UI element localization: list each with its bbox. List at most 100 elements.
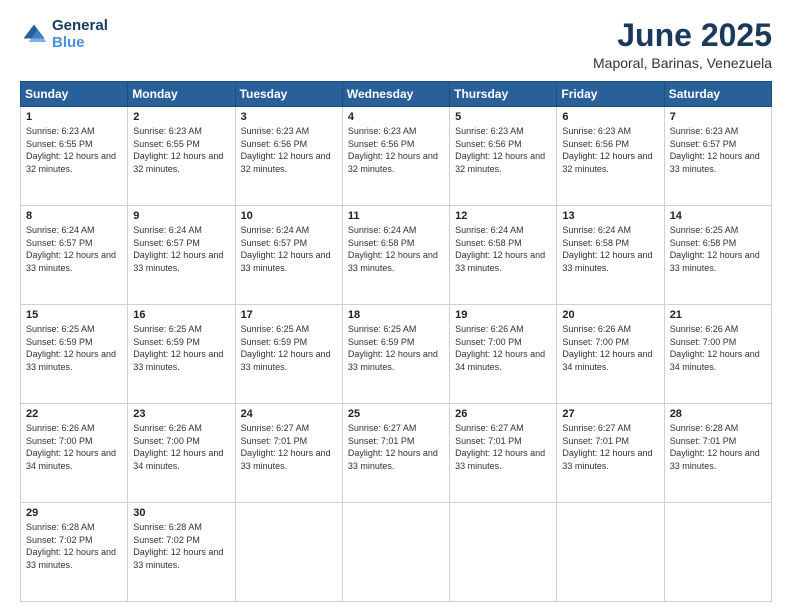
day-number: 5 [455, 111, 552, 123]
daylight-label: Daylight: 12 hours and 33 minutes. [133, 349, 223, 372]
calendar-cell: 15 Sunrise: 6:25 AM Sunset: 6:59 PM Dayl… [21, 305, 128, 404]
daylight-label: Daylight: 12 hours and 33 minutes. [348, 349, 438, 372]
calendar-cell [557, 503, 664, 602]
day-info: Sunrise: 6:23 AM Sunset: 6:56 PM Dayligh… [455, 125, 552, 175]
day-info: Sunrise: 6:23 AM Sunset: 6:55 PM Dayligh… [26, 125, 123, 175]
daylight-label: Daylight: 12 hours and 32 minutes. [562, 151, 652, 174]
day-info: Sunrise: 6:24 AM Sunset: 6:57 PM Dayligh… [241, 224, 338, 274]
calendar-cell: 25 Sunrise: 6:27 AM Sunset: 7:01 PM Dayl… [342, 404, 449, 503]
sunrise-label: Sunrise: 6:23 AM [562, 126, 631, 136]
col-monday: Monday [128, 82, 235, 107]
day-info: Sunrise: 6:26 AM Sunset: 7:00 PM Dayligh… [455, 323, 552, 373]
daylight-label: Daylight: 12 hours and 33 minutes. [241, 448, 331, 471]
sunset-label: Sunset: 6:58 PM [670, 238, 737, 248]
daylight-label: Daylight: 12 hours and 34 minutes. [455, 349, 545, 372]
day-number: 25 [348, 408, 445, 420]
logo-text: General Blue [52, 18, 108, 51]
daylight-label: Daylight: 12 hours and 33 minutes. [455, 448, 545, 471]
sunrise-label: Sunrise: 6:23 AM [670, 126, 739, 136]
sunset-label: Sunset: 7:01 PM [562, 436, 629, 446]
calendar-cell: 10 Sunrise: 6:24 AM Sunset: 6:57 PM Dayl… [235, 206, 342, 305]
calendar-cell: 29 Sunrise: 6:28 AM Sunset: 7:02 PM Dayl… [21, 503, 128, 602]
page: General Blue June 2025 Maporal, Barinas,… [0, 0, 792, 612]
calendar-cell: 28 Sunrise: 6:28 AM Sunset: 7:01 PM Dayl… [664, 404, 771, 503]
daylight-label: Daylight: 12 hours and 34 minutes. [670, 349, 760, 372]
col-sunday: Sunday [21, 82, 128, 107]
day-info: Sunrise: 6:23 AM Sunset: 6:56 PM Dayligh… [348, 125, 445, 175]
daylight-label: Daylight: 12 hours and 32 minutes. [241, 151, 331, 174]
logo: General Blue [20, 18, 108, 51]
day-info: Sunrise: 6:24 AM Sunset: 6:57 PM Dayligh… [133, 224, 230, 274]
calendar-cell: 20 Sunrise: 6:26 AM Sunset: 7:00 PM Dayl… [557, 305, 664, 404]
sunrise-label: Sunrise: 6:24 AM [26, 225, 95, 235]
day-info: Sunrise: 6:23 AM Sunset: 6:56 PM Dayligh… [241, 125, 338, 175]
col-wednesday: Wednesday [342, 82, 449, 107]
daylight-label: Daylight: 12 hours and 33 minutes. [562, 448, 652, 471]
day-info: Sunrise: 6:23 AM Sunset: 6:56 PM Dayligh… [562, 125, 659, 175]
calendar-cell: 3 Sunrise: 6:23 AM Sunset: 6:56 PM Dayli… [235, 107, 342, 206]
daylight-label: Daylight: 12 hours and 33 minutes. [133, 547, 223, 570]
day-number: 22 [26, 408, 123, 420]
calendar-week-3: 15 Sunrise: 6:25 AM Sunset: 6:59 PM Dayl… [21, 305, 772, 404]
sunset-label: Sunset: 7:00 PM [455, 337, 522, 347]
sunrise-label: Sunrise: 6:24 AM [133, 225, 202, 235]
sunset-label: Sunset: 6:58 PM [455, 238, 522, 248]
sunrise-label: Sunrise: 6:25 AM [241, 324, 310, 334]
day-number: 19 [455, 309, 552, 321]
sunset-label: Sunset: 6:57 PM [670, 139, 737, 149]
calendar-cell: 23 Sunrise: 6:26 AM Sunset: 7:00 PM Dayl… [128, 404, 235, 503]
col-friday: Friday [557, 82, 664, 107]
day-number: 11 [348, 210, 445, 222]
day-number: 30 [133, 507, 230, 519]
sunset-label: Sunset: 6:57 PM [26, 238, 93, 248]
calendar-week-1: 1 Sunrise: 6:23 AM Sunset: 6:55 PM Dayli… [21, 107, 772, 206]
calendar-cell [664, 503, 771, 602]
sunset-label: Sunset: 6:59 PM [26, 337, 93, 347]
day-info: Sunrise: 6:27 AM Sunset: 7:01 PM Dayligh… [241, 422, 338, 472]
title-block: June 2025 Maporal, Barinas, Venezuela [593, 18, 772, 71]
calendar-cell: 2 Sunrise: 6:23 AM Sunset: 6:55 PM Dayli… [128, 107, 235, 206]
sunrise-label: Sunrise: 6:26 AM [670, 324, 739, 334]
header: General Blue June 2025 Maporal, Barinas,… [20, 18, 772, 71]
calendar-cell: 30 Sunrise: 6:28 AM Sunset: 7:02 PM Dayl… [128, 503, 235, 602]
day-info: Sunrise: 6:27 AM Sunset: 7:01 PM Dayligh… [455, 422, 552, 472]
day-number: 21 [670, 309, 767, 321]
daylight-label: Daylight: 12 hours and 32 minutes. [455, 151, 545, 174]
day-info: Sunrise: 6:26 AM Sunset: 7:00 PM Dayligh… [670, 323, 767, 373]
calendar-cell: 22 Sunrise: 6:26 AM Sunset: 7:00 PM Dayl… [21, 404, 128, 503]
day-info: Sunrise: 6:25 AM Sunset: 6:59 PM Dayligh… [241, 323, 338, 373]
daylight-label: Daylight: 12 hours and 33 minutes. [26, 547, 116, 570]
sunrise-label: Sunrise: 6:24 AM [348, 225, 417, 235]
calendar-table: Sunday Monday Tuesday Wednesday Thursday… [20, 81, 772, 602]
sunset-label: Sunset: 7:01 PM [241, 436, 308, 446]
sunset-label: Sunset: 6:59 PM [348, 337, 415, 347]
day-number: 14 [670, 210, 767, 222]
daylight-label: Daylight: 12 hours and 34 minutes. [26, 448, 116, 471]
day-info: Sunrise: 6:24 AM Sunset: 6:58 PM Dayligh… [562, 224, 659, 274]
daylight-label: Daylight: 12 hours and 33 minutes. [26, 250, 116, 273]
sunset-label: Sunset: 6:58 PM [348, 238, 415, 248]
calendar-cell: 4 Sunrise: 6:23 AM Sunset: 6:56 PM Dayli… [342, 107, 449, 206]
sunset-label: Sunset: 6:58 PM [562, 238, 629, 248]
daylight-label: Daylight: 12 hours and 34 minutes. [562, 349, 652, 372]
calendar-week-2: 8 Sunrise: 6:24 AM Sunset: 6:57 PM Dayli… [21, 206, 772, 305]
day-number: 6 [562, 111, 659, 123]
sunset-label: Sunset: 7:00 PM [26, 436, 93, 446]
col-thursday: Thursday [450, 82, 557, 107]
calendar-cell: 27 Sunrise: 6:27 AM Sunset: 7:01 PM Dayl… [557, 404, 664, 503]
day-info: Sunrise: 6:28 AM Sunset: 7:02 PM Dayligh… [26, 521, 123, 571]
daylight-label: Daylight: 12 hours and 32 minutes. [26, 151, 116, 174]
day-number: 23 [133, 408, 230, 420]
day-number: 7 [670, 111, 767, 123]
day-number: 18 [348, 309, 445, 321]
day-number: 20 [562, 309, 659, 321]
daylight-label: Daylight: 12 hours and 33 minutes. [26, 349, 116, 372]
day-info: Sunrise: 6:25 AM Sunset: 6:59 PM Dayligh… [133, 323, 230, 373]
calendar-cell: 8 Sunrise: 6:24 AM Sunset: 6:57 PM Dayli… [21, 206, 128, 305]
day-number: 12 [455, 210, 552, 222]
daylight-label: Daylight: 12 hours and 33 minutes. [241, 250, 331, 273]
day-info: Sunrise: 6:26 AM Sunset: 7:00 PM Dayligh… [133, 422, 230, 472]
calendar-title: June 2025 [593, 18, 772, 53]
daylight-label: Daylight: 12 hours and 33 minutes. [241, 349, 331, 372]
day-number: 10 [241, 210, 338, 222]
